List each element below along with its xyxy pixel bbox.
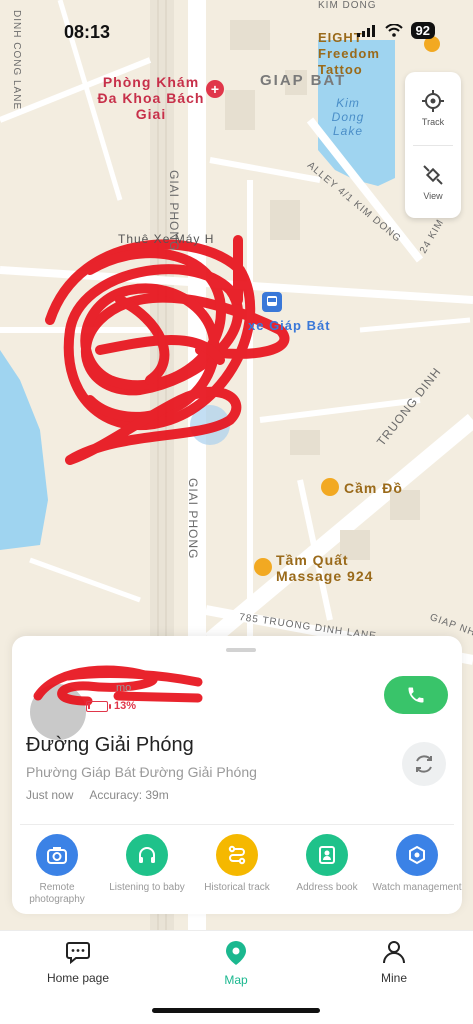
updated-time: Just now bbox=[26, 788, 74, 802]
device-info-card: mo 13% Đường Giải Phóng Phường Giáp Bát … bbox=[12, 636, 462, 914]
phone-icon bbox=[408, 687, 424, 703]
nav-mine-label: Mine bbox=[380, 971, 407, 985]
battery-fill bbox=[88, 702, 90, 709]
view-button[interactable]: View bbox=[405, 146, 461, 219]
refresh-icon bbox=[416, 755, 432, 773]
status-bar: 08:13 92 bbox=[0, 0, 473, 56]
signal-icon bbox=[356, 24, 375, 37]
function-label: Watch management bbox=[372, 882, 462, 893]
nav-home-label: Home page bbox=[46, 971, 110, 985]
nav-mine[interactable]: Mine bbox=[349, 939, 439, 985]
pawn-shop-icon[interactable] bbox=[321, 478, 339, 496]
view-label: View bbox=[423, 190, 443, 201]
device-battery: 13% bbox=[86, 700, 136, 712]
headphones-icon bbox=[126, 834, 168, 876]
remote-photography-button[interactable]: Remote photography bbox=[12, 832, 102, 906]
poi-camdo-label: Cầm Đồ bbox=[344, 480, 403, 496]
chat-bubble-icon bbox=[66, 942, 90, 965]
battery-low-icon bbox=[86, 700, 111, 712]
map-pin-icon bbox=[226, 941, 246, 965]
poi-bus-label: xe Giáp Bát bbox=[248, 318, 331, 333]
poi-thue-label: Thuê Xe Máy H bbox=[118, 232, 215, 246]
nav-map-label: Map bbox=[224, 973, 248, 987]
nav-map[interactable]: Map bbox=[191, 939, 281, 987]
drag-handle[interactable] bbox=[226, 648, 256, 652]
function-label: Address book bbox=[296, 882, 358, 893]
person-icon bbox=[383, 941, 405, 964]
route-icon bbox=[216, 834, 258, 876]
address-subtitle: Phường Giáp Bát Đường Giải Phóng bbox=[26, 764, 257, 780]
battery-percent: 13% bbox=[114, 700, 137, 712]
street-label-giai-phong-bottom: GIAI PHONG bbox=[186, 478, 200, 560]
listening-to-baby-button[interactable]: Listening to baby bbox=[102, 832, 192, 906]
clinic-cross-icon[interactable]: + bbox=[206, 80, 224, 98]
historical-track-button[interactable]: Historical track bbox=[192, 832, 282, 906]
function-row: Remote photography Listening to baby His… bbox=[12, 832, 462, 906]
camera-icon bbox=[36, 834, 78, 876]
status-time: 08:13 bbox=[64, 22, 111, 42]
name-fragment: mo bbox=[116, 682, 132, 694]
call-button[interactable] bbox=[384, 676, 448, 714]
map-controls: Track View bbox=[405, 72, 461, 218]
refresh-button[interactable] bbox=[402, 742, 446, 786]
address-book-button[interactable]: Address book bbox=[282, 832, 372, 906]
massage-icon[interactable] bbox=[254, 558, 272, 576]
crosshair-icon bbox=[422, 90, 444, 113]
lake-label: Kim Dong Lake bbox=[331, 96, 365, 138]
watch-management-button[interactable]: Watch management bbox=[372, 832, 462, 906]
bus-stop-icon[interactable] bbox=[262, 292, 282, 312]
function-label: Remote photography bbox=[29, 882, 85, 905]
card-divider bbox=[20, 824, 454, 825]
poi-clinic-label: Phòng Khám Đa Khoa Bách Giai bbox=[97, 74, 205, 122]
status-battery: 92 bbox=[410, 22, 435, 39]
function-label: Historical track bbox=[204, 882, 270, 893]
home-indicator[interactable] bbox=[152, 1008, 320, 1013]
wifi-icon bbox=[384, 24, 403, 37]
address-title: Đường Giải Phóng bbox=[26, 734, 194, 756]
accuracy: Accuracy: 39m bbox=[89, 788, 169, 802]
track-label: Track bbox=[421, 117, 445, 128]
watch-settings-icon bbox=[396, 834, 438, 876]
nav-home[interactable]: Home page bbox=[33, 939, 123, 985]
location-meta: Just now Accuracy: 39m bbox=[26, 788, 169, 802]
satellite-icon bbox=[423, 165, 443, 185]
contact-book-icon bbox=[306, 834, 348, 876]
poi-massage-label: Tầm Quất Massage 924 bbox=[276, 552, 374, 584]
track-button[interactable]: Track bbox=[405, 72, 461, 145]
status-icons: 92 bbox=[356, 22, 435, 39]
function-label: Listening to baby bbox=[109, 882, 185, 893]
